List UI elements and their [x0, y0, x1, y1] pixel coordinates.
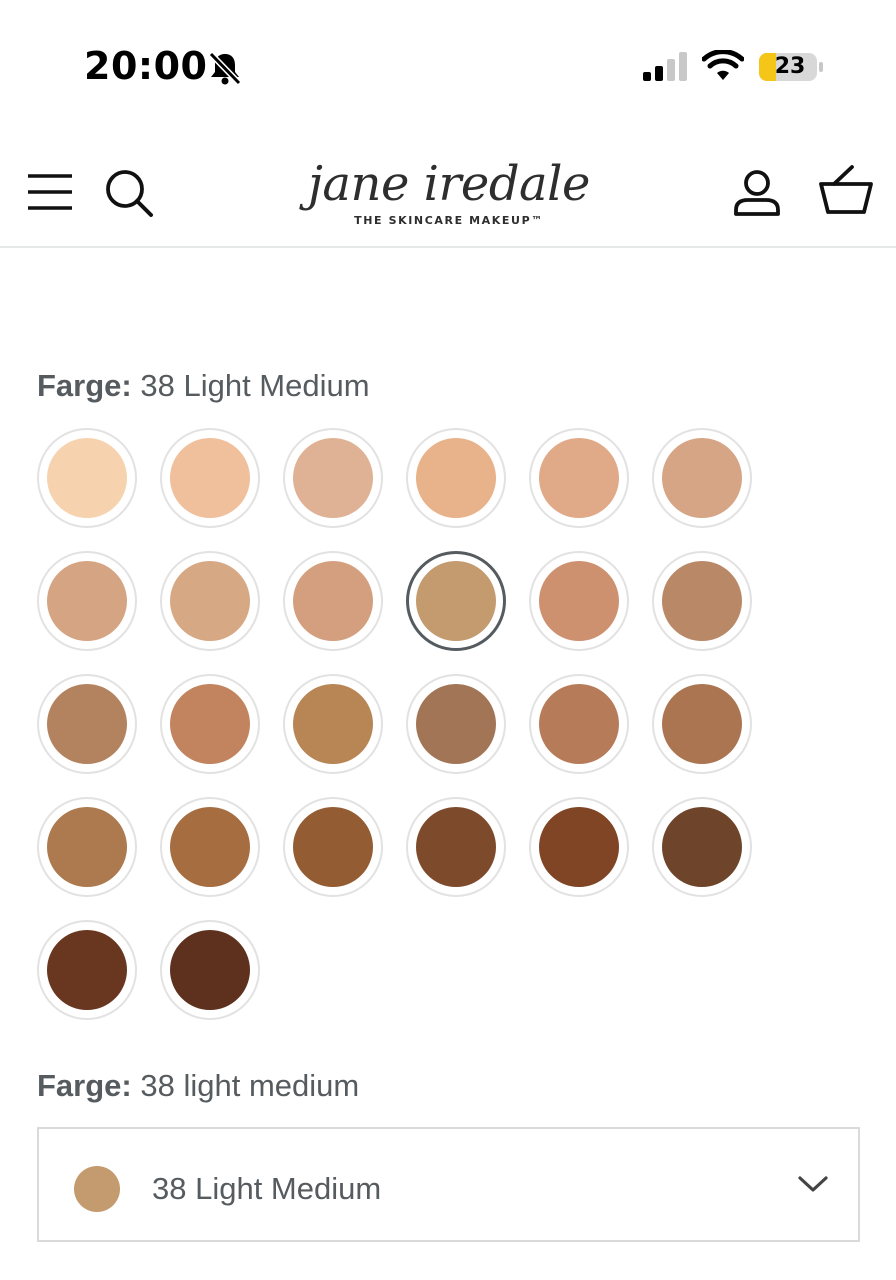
battery-level: 23 [774, 54, 806, 79]
shade-swatch-color [47, 438, 127, 518]
shade-swatch[interactable] [160, 920, 260, 1020]
shade-swatch-color [170, 561, 250, 641]
shade-swatch-color [539, 807, 619, 887]
shade-swatch-selected[interactable] [406, 551, 506, 651]
shade-swatch-color [539, 561, 619, 641]
shade-swatch[interactable] [283, 674, 383, 774]
shade-swatch[interactable] [652, 674, 752, 774]
shade-select-value: 38 Light Medium [152, 1171, 382, 1206]
shade-swatch-color [170, 930, 250, 1010]
shade-swatch[interactable] [406, 797, 506, 897]
shade-swatch-color [539, 438, 619, 518]
brand-logo[interactable]: jane iredale THE SKINCARE MAKEUP™ [298, 150, 600, 240]
shade-swatch[interactable] [652, 797, 752, 897]
menu-icon[interactable] [26, 172, 74, 212]
shade-select[interactable]: 38 Light Medium [37, 1127, 860, 1242]
shade-swatch-color [539, 684, 619, 764]
shade-swatch-color [662, 684, 742, 764]
shade-swatch[interactable] [160, 551, 260, 651]
shade-swatch[interactable] [160, 428, 260, 528]
shade-swatch[interactable] [37, 428, 137, 528]
shade-swatch-color [416, 807, 496, 887]
shade-swatch[interactable] [652, 428, 752, 528]
shade-swatch[interactable] [283, 551, 383, 651]
shade-swatch-color [293, 684, 373, 764]
shade-swatch[interactable] [283, 797, 383, 897]
brand-name: jane iredale [308, 156, 590, 212]
shade-swatch[interactable] [160, 674, 260, 774]
shade-swatch-color [416, 561, 496, 641]
shade-swatch-color [293, 438, 373, 518]
color-label-value: 38 Light Medium [140, 368, 370, 403]
shade-swatch-color [47, 684, 127, 764]
shade-swatch-color [47, 930, 127, 1010]
wifi-icon [702, 50, 744, 80]
color-label-secondary-value: 38 light medium [140, 1068, 360, 1103]
shade-swatch[interactable] [529, 674, 629, 774]
shade-swatch[interactable] [37, 551, 137, 651]
search-icon[interactable] [104, 168, 154, 218]
shade-swatch-color [662, 807, 742, 887]
shade-swatch[interactable] [529, 428, 629, 528]
signal-icon [643, 52, 687, 81]
shade-swatch-color [416, 438, 496, 518]
shade-swatch[interactable] [37, 674, 137, 774]
basket-icon[interactable] [818, 164, 874, 216]
shade-swatch-color [293, 561, 373, 641]
shade-swatch-color [662, 438, 742, 518]
shade-swatch[interactable] [406, 674, 506, 774]
status-time: 20:00 [84, 44, 208, 88]
color-label-secondary-prefix: Farge: [37, 1068, 132, 1103]
bell-muted-icon [208, 51, 242, 86]
shade-swatch[interactable] [283, 428, 383, 528]
shade-swatch[interactable] [406, 428, 506, 528]
shade-swatch[interactable] [37, 797, 137, 897]
shade-swatch-color [170, 807, 250, 887]
shade-swatch[interactable] [652, 551, 752, 651]
brand-tagline: THE SKINCARE MAKEUP™ [354, 214, 544, 227]
selected-shade-dot [74, 1166, 120, 1212]
color-label-prefix: Farge: [37, 368, 132, 403]
color-label-secondary: Farge: 38 light medium [37, 1068, 359, 1104]
shade-swatch-color [170, 684, 250, 764]
site-header: jane iredale THE SKINCARE MAKEUP™ [0, 140, 896, 248]
shade-swatch-color [47, 807, 127, 887]
shade-swatch-color [662, 561, 742, 641]
chevron-down-icon [798, 1176, 828, 1192]
color-label: Farge: 38 Light Medium [37, 368, 370, 404]
shade-swatch[interactable] [160, 797, 260, 897]
shade-swatch[interactable] [529, 797, 629, 897]
shade-swatch-color [47, 561, 127, 641]
shade-swatch-color [293, 807, 373, 887]
shade-swatch[interactable] [529, 551, 629, 651]
shade-swatch[interactable] [37, 920, 137, 1020]
shade-swatch-color [170, 438, 250, 518]
shade-swatch-color [416, 684, 496, 764]
account-icon[interactable] [732, 168, 782, 218]
